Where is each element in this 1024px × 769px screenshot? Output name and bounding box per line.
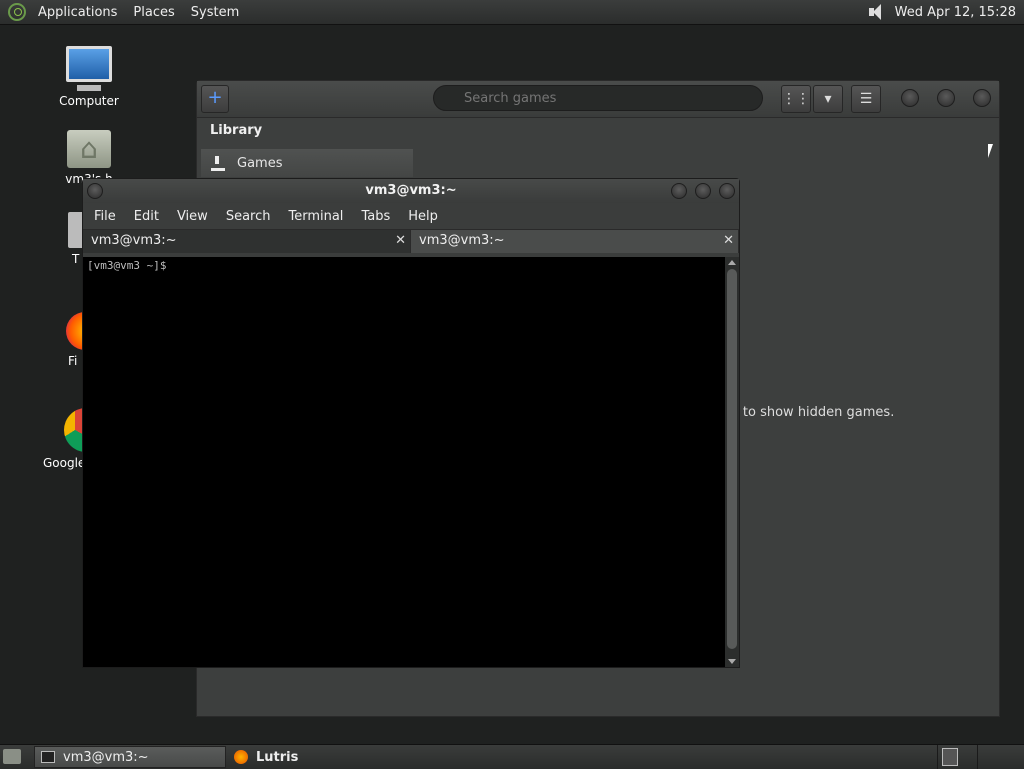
minimize-button[interactable] — [901, 89, 919, 107]
terminal-output[interactable]: [vm3@vm3 ~]$ — [83, 257, 725, 667]
sidebar-item-label: Games — [237, 155, 283, 171]
system-menu[interactable]: System — [183, 5, 247, 20]
tab-label: vm3@vm3:~ — [419, 233, 505, 248]
top-panel: Applications Places System Wed Apr 12, 1… — [0, 0, 1024, 25]
hamburger-icon: ☰ — [859, 91, 873, 107]
menu-edit[interactable]: Edit — [125, 209, 168, 224]
taskbar-label: Lutris — [256, 749, 299, 765]
workspace-separator — [937, 745, 938, 769]
sidebar-title: Library — [210, 123, 263, 138]
shell-prompt: [vm3@vm3 ~]$ — [87, 259, 167, 272]
taskbar-item-terminal[interactable]: vm3@vm3:~ — [34, 746, 226, 768]
terminal-scrollbar[interactable] — [725, 257, 739, 667]
show-desktop-icon[interactable] — [3, 749, 21, 764]
maximize-button[interactable] — [937, 89, 955, 107]
menu-tabs[interactable]: Tabs — [352, 209, 399, 224]
scrollbar-thumb[interactable] — [727, 269, 737, 649]
mouse-cursor-icon — [988, 144, 993, 158]
lutris-icon — [234, 750, 248, 764]
main-menu-button[interactable]: ☰ — [851, 85, 881, 113]
terminal-icon — [41, 751, 55, 763]
view-dropdown-button[interactable]: ▾ — [813, 85, 843, 113]
clock[interactable]: Wed Apr 12, 15:28 — [895, 5, 1020, 20]
menu-terminal[interactable]: Terminal — [279, 209, 352, 224]
taskbar-label: vm3@vm3:~ — [63, 749, 149, 765]
computer-icon — [66, 46, 112, 91]
joystick-icon — [211, 155, 225, 171]
workspace-switcher-icon[interactable] — [942, 748, 958, 766]
desktop-icon-label: Computer — [59, 94, 119, 108]
close-button[interactable] — [973, 89, 991, 107]
menu-file[interactable]: File — [85, 209, 125, 224]
empty-library-message: H to show hidden games. — [729, 405, 895, 420]
workspace-separator — [977, 745, 978, 769]
chevron-down-icon: ▾ — [824, 91, 832, 107]
desktop-icon-computer[interactable]: Computer — [44, 46, 134, 108]
menu-view[interactable]: View — [168, 209, 217, 224]
terminal-menubar: File Edit View Search Terminal Tabs Help — [83, 203, 739, 229]
close-button[interactable] — [719, 183, 735, 199]
grid-view-button[interactable]: ⋮⋮ — [781, 85, 811, 113]
sidebar-item-games[interactable]: Games — [201, 149, 413, 177]
maximize-button[interactable] — [695, 183, 711, 199]
terminal-tab-2[interactable]: vm3@vm3:~ ✕ — [411, 230, 739, 253]
scroll-up-icon[interactable] — [728, 260, 736, 265]
distro-logo-icon[interactable] — [8, 3, 26, 21]
applications-menu[interactable]: Applications — [30, 5, 125, 20]
terminal-titlebar[interactable]: vm3@vm3:~ — [83, 179, 739, 203]
menu-search[interactable]: Search — [217, 209, 280, 224]
terminal-tab-1[interactable]: vm3@vm3:~ ✕ — [83, 230, 411, 253]
menu-help[interactable]: Help — [399, 209, 447, 224]
home-folder-icon — [67, 130, 111, 168]
panel-tray: Wed Apr 12, 15:28 — [865, 0, 1020, 24]
search-games-input[interactable] — [433, 85, 763, 111]
places-menu[interactable]: Places — [125, 5, 182, 20]
grid-icon: ⋮⋮ — [782, 91, 810, 107]
terminal-title: vm3@vm3:~ — [365, 183, 457, 198]
lutris-headerbar: + ⋮⋮ ▾ ☰ — [197, 81, 999, 118]
tab-label: vm3@vm3:~ — [91, 233, 177, 248]
scroll-down-icon[interactable] — [728, 659, 736, 664]
bottom-panel: vm3@vm3:~ Lutris — [0, 744, 1024, 769]
close-icon[interactable]: ✕ — [395, 230, 406, 252]
terminal-tabbar: vm3@vm3:~ ✕ vm3@vm3:~ ✕ — [83, 229, 739, 254]
volume-icon[interactable] — [865, 3, 887, 21]
taskbar-item-lutris[interactable]: Lutris — [228, 746, 418, 768]
add-game-button[interactable]: + — [201, 85, 229, 113]
minimize-button[interactable] — [671, 183, 687, 199]
plus-icon: + — [207, 87, 223, 108]
close-icon[interactable]: ✕ — [723, 230, 734, 252]
terminal-window: vm3@vm3:~ File Edit View Search Terminal… — [82, 178, 740, 668]
